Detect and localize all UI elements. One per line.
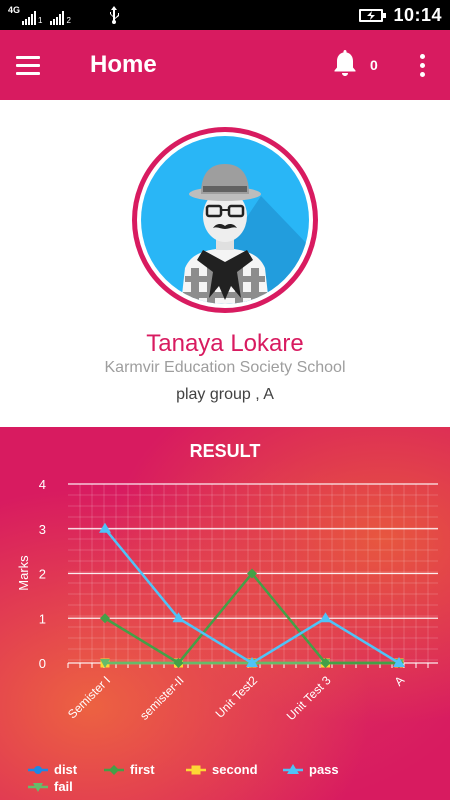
page-title: Home bbox=[90, 51, 157, 78]
avatar-illustration bbox=[181, 164, 309, 304]
y-tick-label: 3 bbox=[39, 522, 46, 537]
legend-marker-first bbox=[104, 764, 124, 775]
legend-marker-fail bbox=[28, 782, 48, 792]
legend-marker-second bbox=[186, 765, 206, 774]
avatar[interactable] bbox=[132, 127, 318, 313]
signal-icon-sim2 bbox=[50, 11, 65, 25]
y-tick-label: 2 bbox=[39, 567, 46, 582]
signal-icon-sim1 bbox=[22, 11, 37, 25]
result-section: 0 1 2 3 4 Marks Semister I semister-II Unit Test… bbox=[0, 427, 450, 800]
point-pass bbox=[319, 612, 332, 623]
legend-item-dist[interactable]: dist bbox=[28, 762, 77, 777]
legend-marker-pass bbox=[283, 763, 303, 774]
status-time: 10:14 bbox=[393, 4, 442, 25]
y-tick-label: 4 bbox=[39, 477, 46, 492]
legend-item-first[interactable]: first bbox=[104, 762, 155, 777]
usb-icon bbox=[110, 6, 119, 24]
result-title: RESULT bbox=[189, 441, 261, 461]
sim1-label: 1 bbox=[38, 16, 43, 25]
legend-item-second[interactable]: second bbox=[186, 762, 258, 777]
x-tick-label: A bbox=[392, 673, 408, 689]
legend-item-fail[interactable]: fail bbox=[28, 779, 73, 794]
legend-label-fail: fail bbox=[54, 779, 73, 794]
x-tick-label: semister-II bbox=[137, 673, 187, 723]
notification-bell-icon[interactable] bbox=[328, 46, 362, 80]
legend-label-dist: dist bbox=[54, 762, 78, 777]
student-name: Tanaya Lokare bbox=[146, 330, 304, 357]
x-tick-label: Unit Test2 bbox=[213, 673, 261, 721]
legend-marker-dist bbox=[28, 765, 48, 774]
network-type: 4G bbox=[8, 5, 21, 15]
app-bar: Home 0 bbox=[0, 30, 450, 100]
y-axis-label: Marks bbox=[16, 555, 31, 591]
x-tick-label: Unit Test 3 bbox=[284, 673, 334, 723]
menu-icon[interactable] bbox=[16, 50, 46, 80]
legend-label-pass: pass bbox=[309, 762, 339, 777]
y-tick-label: 0 bbox=[39, 656, 46, 671]
school-name: Karmvir Education Society School bbox=[104, 359, 346, 376]
y-tick-label: 1 bbox=[39, 611, 46, 626]
result-line-chart: 0 1 2 3 4 Marks Semister I semister-II Unit Test… bbox=[16, 477, 438, 723]
status-bar: 4G 1 2 10:14 bbox=[0, 0, 450, 30]
x-tick-label: Semister I bbox=[65, 673, 113, 721]
battery-charging-icon bbox=[359, 8, 387, 22]
series-line-pass bbox=[104, 527, 400, 665]
legend-label-first: first bbox=[130, 762, 155, 777]
signal-area: 4G 1 2 bbox=[8, 5, 77, 25]
notification-count: 0 bbox=[370, 57, 378, 73]
legend-label-second: second bbox=[212, 762, 258, 777]
class-section: play group , A bbox=[176, 386, 274, 403]
sim2-label: 2 bbox=[66, 16, 71, 25]
more-options-icon[interactable] bbox=[410, 48, 434, 82]
profile-card: Tanaya Lokare Karmvir Education Society … bbox=[0, 100, 450, 427]
legend-item-pass[interactable]: pass bbox=[283, 762, 339, 777]
